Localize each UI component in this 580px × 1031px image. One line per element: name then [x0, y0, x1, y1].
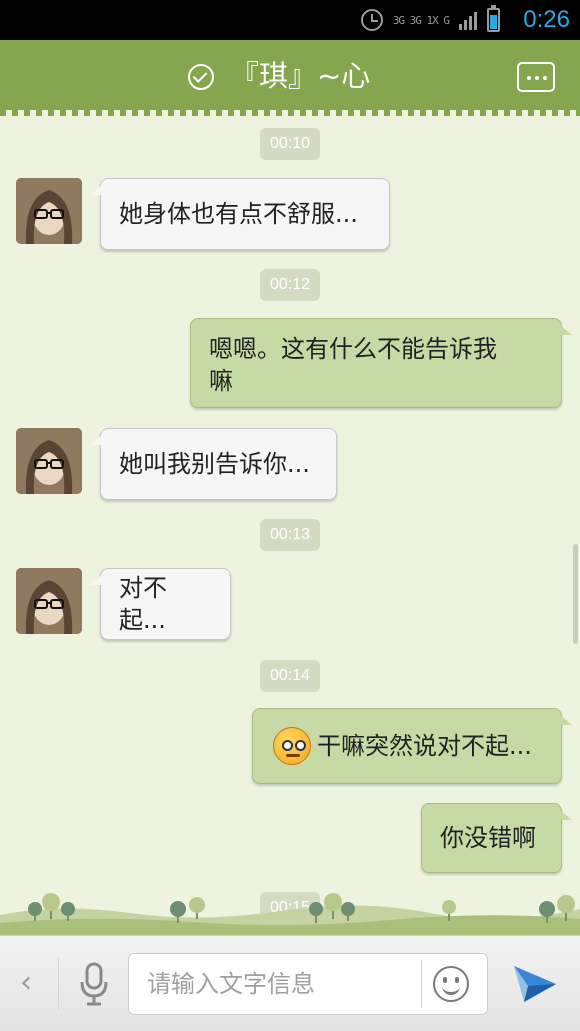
- status-icons: 3G 3G 1X G: [360, 5, 500, 34]
- angry-face-icon: [273, 727, 311, 765]
- chat-header: 『琪』~心: [0, 40, 580, 116]
- more-options-button[interactable]: [517, 62, 555, 92]
- timestamp: 00:14: [260, 660, 320, 692]
- status-bar: 3G 3G 1X G 0:26: [0, 0, 580, 40]
- scrollbar[interactable]: [573, 544, 578, 644]
- network-type-indicator: 3G 3G 1X G: [392, 13, 450, 27]
- check-circle-icon: [188, 64, 214, 90]
- send-icon[interactable]: [512, 962, 558, 1008]
- message-text: 对不起...: [119, 574, 167, 634]
- emoji-icon[interactable]: [433, 966, 469, 1002]
- sent-message-bubble[interactable]: 干嘛突然说对不起...: [252, 708, 572, 784]
- message-input-bar: ‹: [0, 935, 580, 1031]
- contact-avatar[interactable]: [16, 178, 82, 244]
- status-clock: 0:26: [523, 6, 570, 33]
- received-message-bubble[interactable]: 对不起...: [90, 568, 231, 640]
- message-text: 她身体也有点不舒服...: [119, 200, 358, 228]
- microphone-icon[interactable]: [78, 960, 110, 1008]
- signal-strength-icon: [459, 10, 477, 30]
- timestamp: 00:13: [260, 519, 320, 551]
- chat-title: 『琪』~心: [230, 59, 371, 93]
- contact-avatar[interactable]: [16, 428, 82, 494]
- divider: [421, 960, 422, 1008]
- timestamp: 00:10: [260, 128, 320, 160]
- battery-icon: [487, 5, 500, 32]
- message-text: 干嘛突然说对不起...: [317, 732, 532, 760]
- landscape-decoration: [0, 885, 580, 935]
- sent-message-bubble[interactable]: 嗯嗯。这有什么不能告诉我 嘛: [190, 318, 572, 408]
- message-list[interactable]: 00:10 她身体也有点不舒服... 00:12 嗯嗯。这有什么不能告诉我 嘛: [0, 110, 580, 935]
- divider: [58, 958, 59, 1010]
- message-text: 嗯嗯。这有什么不能告诉我: [209, 335, 497, 363]
- alarm-icon: [360, 9, 383, 31]
- message-input[interactable]: [147, 964, 417, 1004]
- sent-message-bubble[interactable]: 你没错啊: [421, 803, 572, 873]
- timestamp: 00:12: [260, 269, 320, 301]
- chevron-left-icon[interactable]: ‹: [20, 968, 36, 998]
- contact-avatar[interactable]: [16, 568, 82, 634]
- message-input-container: [128, 953, 488, 1015]
- message-text: 你没错啊: [440, 824, 536, 852]
- received-message-bubble[interactable]: 她身体也有点不舒服...: [90, 178, 390, 250]
- message-text: 嘛: [209, 367, 233, 395]
- message-text: 她叫我别告诉你...: [119, 450, 310, 478]
- received-message-bubble[interactable]: 她叫我别告诉你...: [90, 428, 337, 500]
